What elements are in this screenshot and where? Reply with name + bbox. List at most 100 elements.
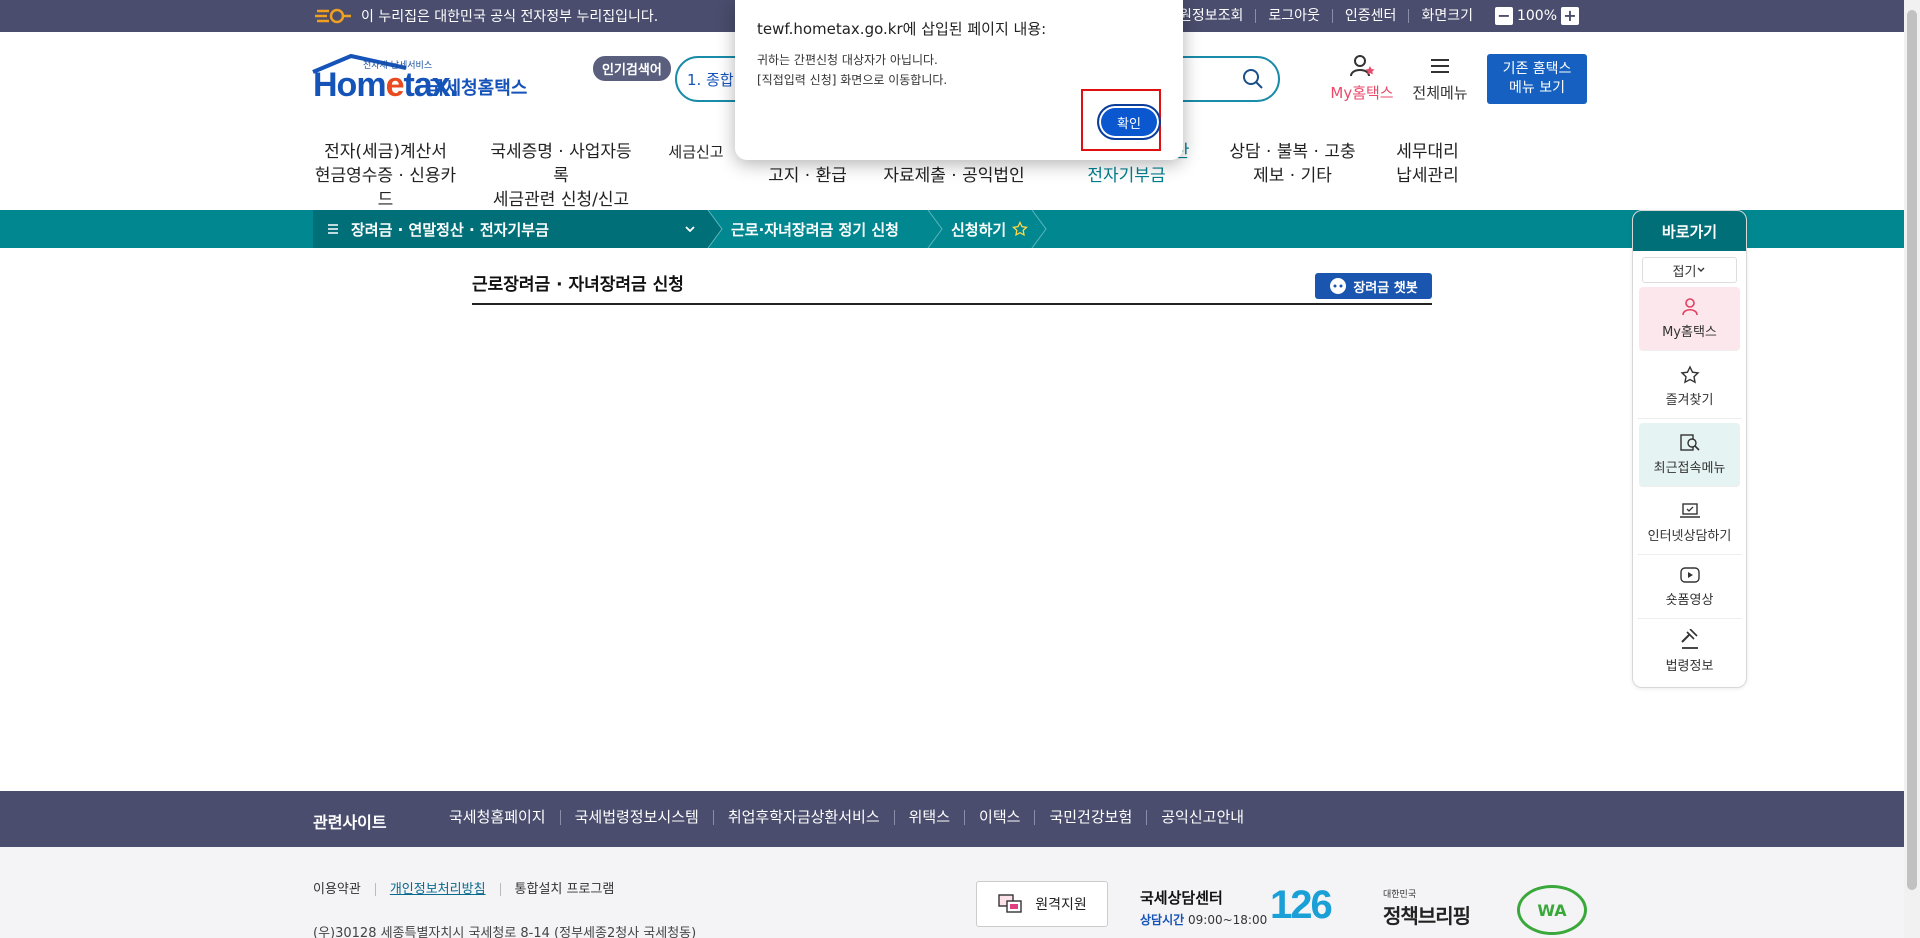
scrollbar-thumb[interactable] — [1907, 10, 1917, 890]
gov-links: 회원정보조회 로그아웃 인증센터 화면크기 − 100% + — [1154, 0, 1579, 32]
wa-certification-mark: WA — [1517, 885, 1587, 935]
nav-certificate[interactable]: 국세증명 · 사업자등록 세금관련 신청/신고 — [486, 140, 636, 210]
related-sites-links: 국세청홈페이지 국세법령정보시스템 취업후학자금상환서비스 위택스 이택스 국민… — [435, 810, 1258, 825]
quick-internet-counsel[interactable]: 인터넷상담하기 — [1637, 491, 1742, 555]
hometax-logo[interactable]: 전자세 납세서비스 Hometax. 국세청홈택스 — [312, 53, 528, 112]
quick-favorites[interactable]: 즐겨찾기 — [1637, 355, 1742, 419]
related-link[interactable]: 국민건강보험 — [1034, 810, 1146, 825]
policy-briefing-logo[interactable]: 대한민국 정책브리핑 — [1383, 887, 1471, 929]
terms-link[interactable]: 이용약관 — [313, 883, 375, 896]
related-sites-bar: 관련사이트 국세청홈페이지 국세법령정보시스템 취업후학자금상환서비스 위택스 … — [0, 791, 1904, 847]
zoom-out-button[interactable]: − — [1494, 7, 1513, 25]
hours-value: 09:00~18:00 — [1188, 913, 1268, 927]
old-hometax-line1: 기존 홈택스 — [1502, 61, 1572, 77]
quick-shortform-video[interactable]: 숏폼영상 — [1637, 555, 1742, 619]
nav-label: 전자기부금 — [1087, 166, 1166, 186]
old-hometax-button[interactable]: 기존 홈택스 메뉴 보기 — [1487, 54, 1587, 104]
privacy-link[interactable]: 개인정보처리방침 — [374, 883, 500, 896]
chatbot-icon — [1330, 278, 1347, 294]
search-rank-text[interactable]: 1. 종합 — [687, 69, 734, 90]
breadcrumb-level1-label: 장려금 · 연말정산 · 전자기부금 — [351, 220, 549, 239]
footer-address: (우)30128 세종특별자치시 국세청로 8-14 (정부세종2청사 국세청동… — [313, 926, 697, 938]
related-link[interactable]: 취업후학자금상환서비스 — [712, 810, 894, 825]
quick-menu-fold-button[interactable]: 접기 — [1642, 257, 1737, 283]
hours-label: 상담시간 — [1140, 913, 1185, 927]
breadcrumb-separator-icon — [927, 210, 943, 248]
search-icon[interactable] — [1242, 68, 1264, 90]
dialog-title: tewf.hometax.go.kr에 삽입된 페이지 내용: — [757, 20, 1047, 38]
logo-word-e: e — [385, 66, 405, 104]
related-link[interactable]: 공익신고안내 — [1146, 810, 1258, 825]
my-hometax-button[interactable]: My홈택스 — [1327, 54, 1397, 103]
remote-monitor-icon — [998, 894, 1022, 913]
screen-size-label: 화면크기 — [1408, 9, 1485, 23]
quick-item-label: 숏폼영상 — [1665, 593, 1714, 608]
related-link[interactable]: 위택스 — [893, 810, 964, 825]
quick-item-label: My홈택스 — [1662, 325, 1717, 340]
chatbot-label: 장려금 챗봇 — [1353, 280, 1418, 296]
zoom-in-button[interactable]: + — [1561, 7, 1579, 25]
chatbot-button[interactable]: 장려금 챗봇 — [1315, 273, 1432, 299]
logo-korean: 국세청홈택스 — [428, 78, 528, 99]
nav-tax-agent[interactable]: 세무대리 납세관리 — [1390, 140, 1465, 210]
brief-big-text: 정책브리핑 — [1383, 904, 1471, 928]
star-icon[interactable] — [1012, 221, 1029, 237]
nav-counsel[interactable]: 상담 · 불복 · 고충 제보 · 기타 — [1225, 140, 1360, 210]
breadcrumb-level3[interactable]: 신청하기 — [951, 210, 1029, 248]
brief-small-text: 대한민국 — [1383, 890, 1417, 900]
remote-support-label: 원격지원 — [1035, 897, 1087, 913]
remote-support-button[interactable]: 원격지원 — [976, 881, 1108, 927]
breadcrumb-level2[interactable]: 근로·자녀장려금 정기 신청 — [731, 210, 899, 248]
user-icon — [1350, 55, 1375, 77]
popular-search-badge: 인기검색어 — [593, 56, 671, 81]
nav-e-invoice[interactable]: 전자(세금)계산서 현금영수증 · 신용카드 — [313, 140, 458, 210]
quick-my-hometax[interactable]: My홈택스 — [1639, 287, 1740, 351]
nav-tax-report[interactable]: 세금신고 — [661, 140, 731, 210]
nav-label: 납세관리 — [1396, 166, 1459, 186]
laptop-icon — [1679, 503, 1700, 518]
quick-item-label: 인터넷상담하기 — [1647, 529, 1732, 544]
all-menu-button[interactable]: 전체메뉴 — [1410, 54, 1470, 103]
ok-button[interactable]: 확인 — [1097, 104, 1161, 140]
my-hometax-label: My홈택스 — [1330, 84, 1394, 102]
gov-notice-text: 이 누리집은 대한민국 공식 전자정부 누리집입니다. — [361, 9, 659, 25]
logo-word-a: Hom — [313, 66, 387, 104]
recent-search-icon — [1679, 434, 1700, 451]
nav-label: 세무대리 — [1396, 142, 1459, 162]
related-sites-title: 관련사이트 — [313, 813, 387, 832]
wa-text: WA — [1537, 900, 1567, 920]
page-scrollbar[interactable] — [1904, 0, 1920, 938]
call-center-hours: 상담시간 09:00~18:00 — [1140, 911, 1267, 928]
all-menu-label: 전체메뉴 — [1412, 84, 1468, 102]
alert-dialog: tewf.hometax.go.kr에 삽입된 페이지 내용: 귀하는 간편신청… — [735, 0, 1183, 160]
nav-label: 상담 · 불복 · 고충 — [1229, 142, 1356, 162]
nav-label: 자료제출 · 공익법인 — [883, 166, 1025, 186]
quick-item-label: 즐겨찾기 — [1665, 393, 1714, 408]
hamburger-icon — [1431, 59, 1449, 73]
quick-law-info[interactable]: 법령정보 — [1637, 619, 1742, 683]
menu-icon — [328, 224, 338, 234]
quick-menu: 바로가기 접기 My홈택스 즐겨찾기 최근접속메뉴 인터넷상담하기 숏폼영상 법… — [1632, 210, 1747, 688]
old-hometax-line2: 메뉴 보기 — [1509, 80, 1565, 96]
breadcrumb-separator-icon — [1031, 210, 1047, 248]
related-link[interactable]: 이택스 — [964, 810, 1034, 825]
breadcrumb-level2-label: 근로·자녀장려금 정기 신청 — [731, 220, 899, 239]
logout-link[interactable]: 로그아웃 — [1255, 9, 1332, 23]
quick-recent-menu[interactable]: 최근접속메뉴 — [1639, 423, 1740, 487]
related-link[interactable]: 국세법령정보시스템 — [559, 810, 713, 825]
install-program-link[interactable]: 통합설치 프로그램 — [499, 883, 629, 896]
egov-logo-icon — [315, 8, 351, 24]
cert-center-link[interactable]: 인증센터 — [1331, 9, 1409, 23]
dialog-message-line: 귀하는 간편신청 대상자가 아닙니다. — [757, 53, 938, 67]
play-video-icon — [1679, 567, 1700, 583]
nav-label: 세금신고 — [668, 143, 724, 161]
related-link[interactable]: 국세청홈페이지 — [435, 810, 560, 825]
call-number: 126 — [1270, 883, 1333, 927]
title-divider — [472, 303, 1432, 305]
nav-label: 국세증명 · 사업자등록 — [490, 142, 632, 186]
zoom-level: 100% — [1516, 8, 1557, 24]
quick-menu-title: 바로가기 — [1633, 211, 1746, 251]
breadcrumb-level3-label: 신청하기 — [951, 220, 1007, 239]
quick-item-label: 법령정보 — [1665, 658, 1714, 674]
breadcrumb-level1[interactable]: 장려금 · 연말정산 · 전자기부금 — [313, 210, 708, 248]
